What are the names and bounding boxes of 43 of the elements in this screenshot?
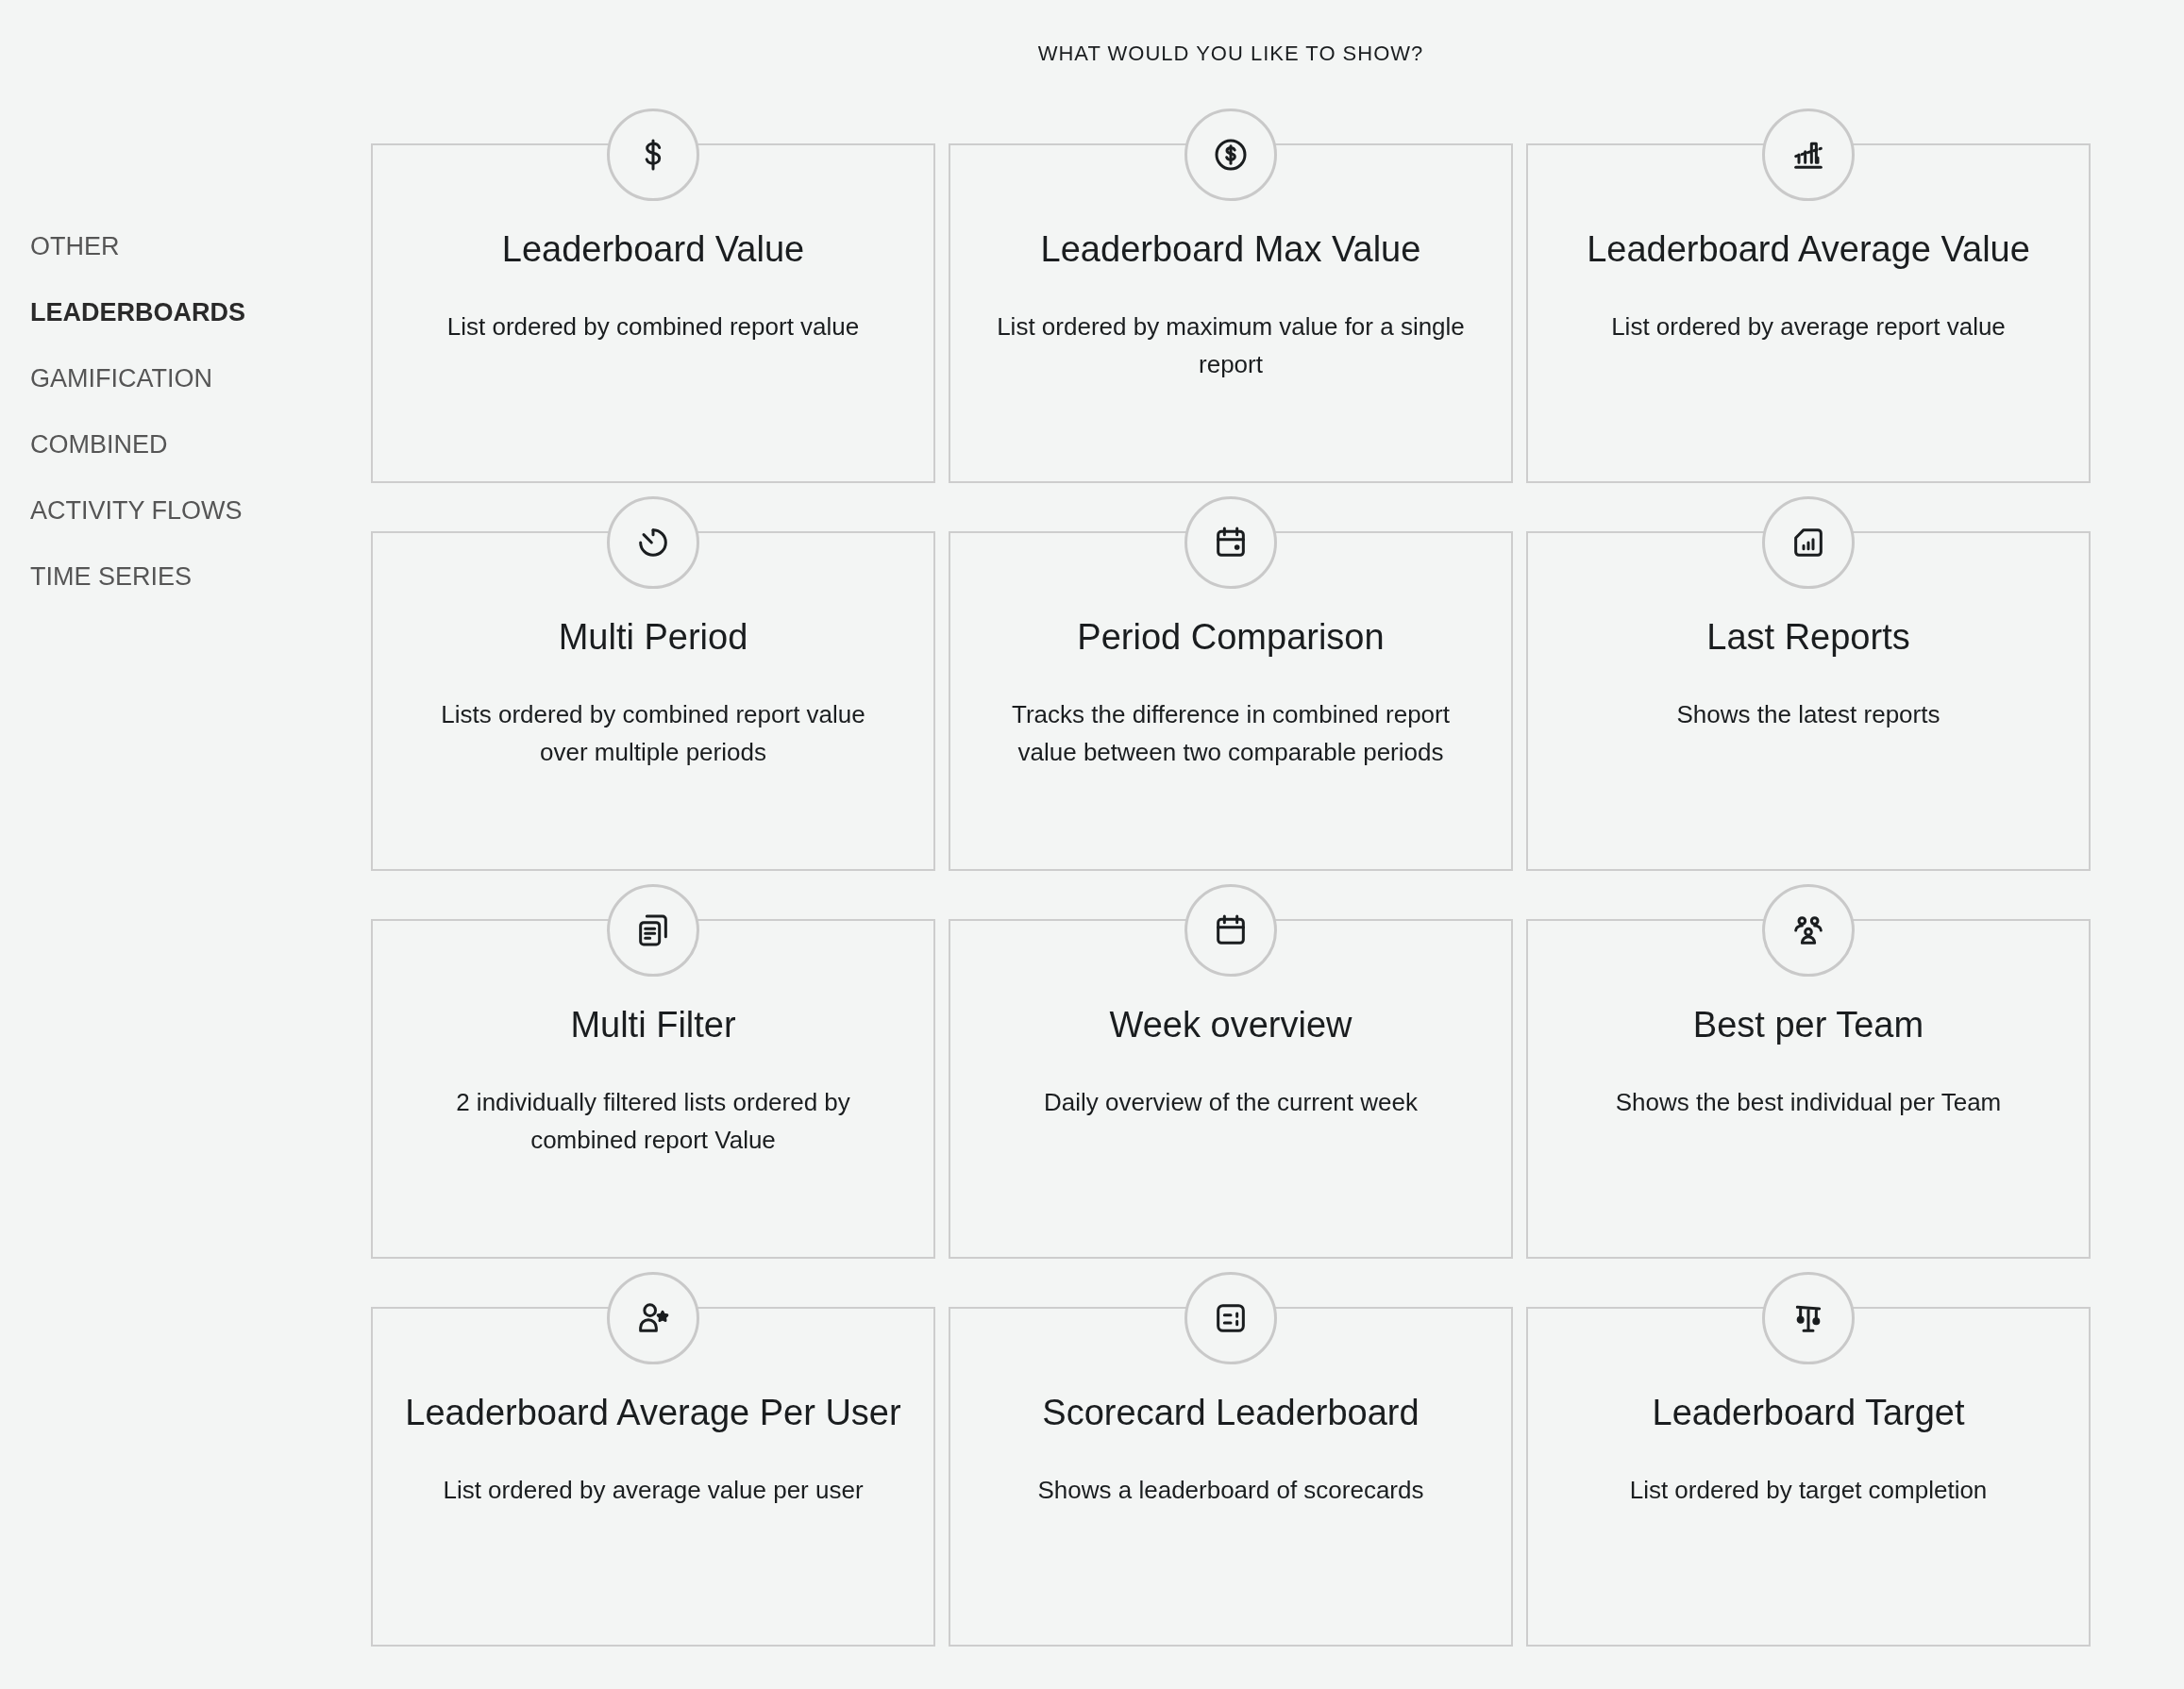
sidebar-item[interactable]: ACTIVITY FLOWS — [30, 494, 371, 527]
card-description: Shows a leaderboard of scorecards — [1037, 1475, 1424, 1506]
card-title: Scorecard Leaderboard — [1042, 1392, 1420, 1434]
option-card[interactable]: Period Comparison Tracks the difference in combined report value between two comparable periods — [949, 531, 1513, 871]
card-title: Best per Team — [1692, 1004, 1924, 1046]
card-description: List ordered by maximum value for a single report — [996, 311, 1466, 380]
option-card[interactable]: Last Reports Shows the latest reports — [1526, 531, 2091, 871]
card-title: Multi Period — [558, 616, 748, 659]
option-card[interactable]: Leaderboard Target List ordered by target completion — [1526, 1307, 2091, 1647]
card-title: Leaderboard Max Value — [1040, 228, 1421, 271]
card-description: List ordered by average report value — [1611, 311, 2006, 343]
option-card[interactable]: Leaderboard Value List ordered by combined report value — [371, 143, 935, 483]
sidebar-item[interactable]: TIME SERIES — [30, 560, 371, 593]
option-card[interactable]: Scorecard Leaderboard Shows a leaderboard of scorecards — [949, 1307, 1513, 1647]
option-card[interactable]: Multi Filter 2 individually filtered lists ordered by combined report Value — [371, 919, 935, 1259]
card-title: Leaderboard Value — [501, 228, 805, 271]
option-card[interactable]: Week overview Daily overview of the current week — [949, 919, 1513, 1259]
option-card[interactable]: Leaderboard Average Value List ordered by average report value — [1526, 143, 2091, 483]
card-description: Shows the latest reports — [1676, 699, 1940, 730]
sidebar-item[interactable]: COMBINED — [30, 428, 371, 460]
sidebar-item[interactable]: OTHER — [30, 230, 371, 262]
card-description: Daily overview of the current week — [1044, 1087, 1418, 1118]
card-description: List ordered by average value per user — [443, 1475, 864, 1506]
card-title: Leaderboard Average Value — [1587, 228, 2030, 271]
option-card[interactable]: Leaderboard Max Value List ordered by maximum value for a single report — [949, 143, 1513, 483]
card-description: List ordered by target completion — [1629, 1475, 1988, 1506]
card-description: Shows the best individual per Team — [1615, 1087, 2002, 1118]
option-card[interactable]: Best per Team Shows the best individual per Team — [1526, 919, 2091, 1259]
option-card[interactable]: Leaderboard Average Per User List ordered by average value per user — [371, 1307, 935, 1647]
option-card[interactable]: Multi Period Lists ordered by combined report value over multiple periods — [371, 531, 935, 871]
sidebar-item[interactable]: LEADERBOARDS — [30, 296, 371, 328]
card-title: Leaderboard Average Per User — [405, 1392, 901, 1434]
sidebar-item[interactable]: GAMIFICATION — [30, 362, 371, 394]
card-description: List ordered by combined report value — [446, 311, 860, 343]
card-description: Lists ordered by combined report value over multiple periods — [440, 699, 866, 768]
page-heading: WHAT WOULD YOU LIKE TO SHOW? — [1036, 41, 1425, 67]
card-title: Period Comparison — [1077, 616, 1385, 659]
card-title: Leaderboard Target — [1652, 1392, 1965, 1434]
card-title: Multi Filter — [570, 1004, 736, 1046]
card-title: Week overview — [1109, 1004, 1352, 1046]
card-description: Tracks the difference in combined report value between two comparable periods — [1011, 699, 1451, 768]
card-description: 2 individually filtered lists ordered by combined report Value — [455, 1087, 851, 1156]
card-title: Last Reports — [1706, 616, 1910, 659]
